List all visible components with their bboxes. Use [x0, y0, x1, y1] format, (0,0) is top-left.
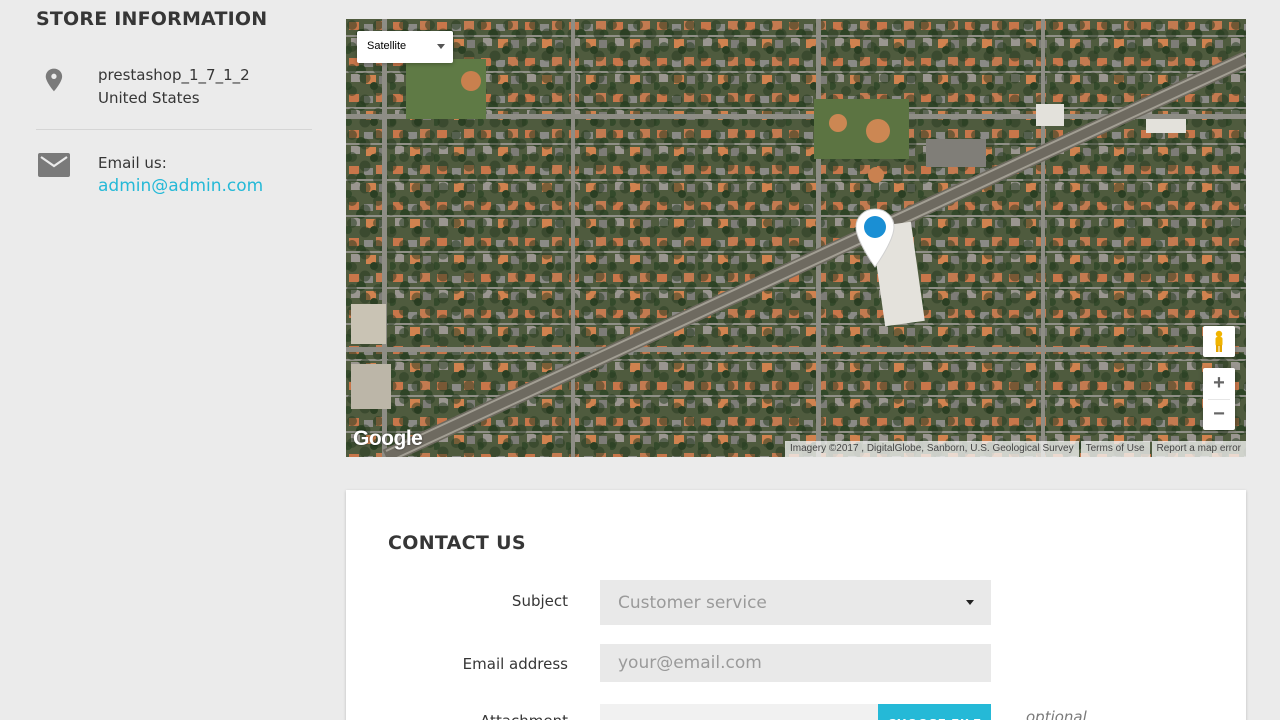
- zoom-out-button[interactable]: −: [1203, 399, 1235, 430]
- map-marker-icon[interactable]: [853, 207, 897, 271]
- choose-file-button[interactable]: CHOOSE FILE: [878, 704, 991, 720]
- subject-label: Subject: [511, 592, 568, 610]
- store-information-title: STORE INFORMATION: [36, 8, 268, 30]
- subject-select[interactable]: Customer service: [600, 580, 991, 625]
- zoom-control: + −: [1203, 368, 1235, 430]
- map-type-select[interactable]: Satellite: [357, 31, 453, 63]
- contact-card: CONTACT US Subject Customer service Emai…: [346, 490, 1246, 720]
- divider: [36, 129, 312, 130]
- subject-value: Customer service: [618, 593, 767, 613]
- attachment-label: Attachment: [480, 712, 568, 720]
- chevron-down-icon: [437, 44, 445, 49]
- chevron-down-icon: [966, 600, 974, 605]
- report-map-error-link[interactable]: Report a map error: [1151, 441, 1246, 457]
- terms-of-use-link[interactable]: Terms of Use: [1080, 441, 1150, 457]
- email-address-label: Email address: [462, 655, 568, 673]
- map-attribution: Imagery ©2017 , DigitalGlobe, Sanborn, U…: [783, 441, 1246, 457]
- imagery-credit: Imagery ©2017 , DigitalGlobe, Sanborn, U…: [784, 441, 1079, 457]
- pegman-icon[interactable]: [1203, 326, 1235, 357]
- store-map[interactable]: Satellite + − Google Imagery ©2017 , Dig…: [346, 19, 1246, 457]
- email-us-label: Email us:: [98, 154, 167, 172]
- store-name: prestashop_1_7_1_2: [98, 66, 250, 84]
- optional-label: optional: [1026, 708, 1087, 720]
- email-placeholder: your@email.com: [618, 653, 762, 673]
- email-field[interactable]: your@email.com: [600, 644, 991, 682]
- store-country: United States: [98, 89, 200, 107]
- map-type-label: Satellite: [367, 40, 407, 52]
- zoom-in-button[interactable]: +: [1203, 368, 1235, 399]
- attachment-field[interactable]: [600, 704, 880, 720]
- google-logo: Google: [353, 427, 423, 450]
- divider: [1208, 399, 1230, 400]
- mail-icon: [36, 150, 72, 186]
- location-pin-icon: [36, 64, 72, 100]
- contact-us-title: CONTACT US: [388, 532, 526, 554]
- satellite-imagery: [346, 19, 1246, 457]
- store-email-link[interactable]: admin@admin.com: [98, 175, 263, 198]
